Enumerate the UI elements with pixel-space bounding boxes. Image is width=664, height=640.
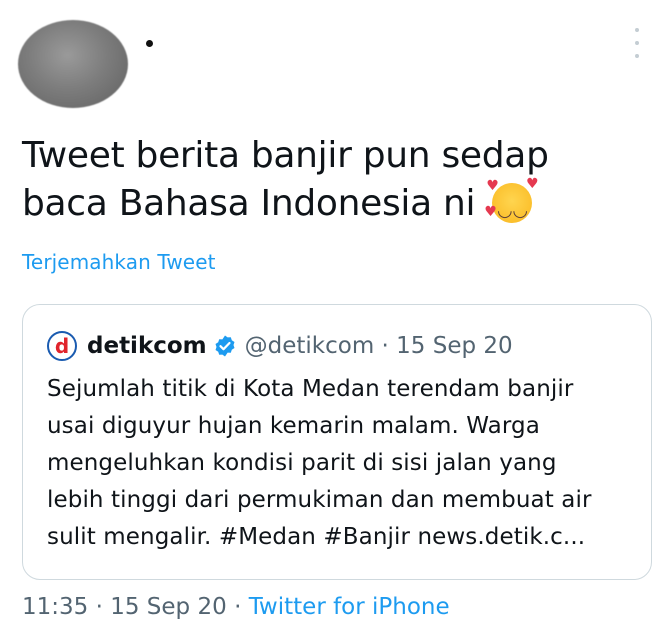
quoted-text-line: usai diguyur hujan kemarin malam. Warga — [47, 413, 540, 439]
author-avatar[interactable] — [18, 20, 128, 108]
author-name-redacted — [146, 40, 153, 47]
smiling-face-with-hearts-icon: ♥ ♥ ♥ ◡◡ — [484, 176, 539, 223]
quoted-text-line: mengeluhkan kondisi parit di sisi jalan … — [47, 450, 557, 476]
tweet-text-line-2-words: baca Bahasa Indonesia ni — [22, 183, 476, 224]
tweet-date[interactable]: 15 Sep 20 — [110, 594, 227, 620]
quoted-text-line: lebih tinggi dari permukiman dan membuat… — [47, 487, 592, 513]
meta-separator: · — [234, 594, 242, 620]
quoted-author-name[interactable]: detikcom — [87, 333, 207, 359]
tweet-text-line-2: baca Bahasa Indonesia ni ♥ ♥ ♥ ◡◡ — [22, 176, 632, 228]
tweet-text: Tweet berita banjir pun sedap baca Bahas… — [22, 132, 632, 228]
quoted-tweet-text: Sejumlah titik di Kota Medan terendam ba… — [47, 371, 637, 556]
more-options-icon[interactable] — [632, 28, 642, 58]
tweet-source-link[interactable]: Twitter for iPhone — [249, 594, 450, 620]
quoted-tweet-card[interactable]: d detikcom @detikcom · 15 Sep 20 Sejumla… — [22, 304, 652, 580]
quoted-text-line: sulit mengalir. #Medan #Banjir news.deti… — [47, 524, 586, 550]
verified-badge-icon — [215, 335, 235, 357]
meta-separator: · — [95, 594, 103, 620]
tweet-metadata: 11:35 · 15 Sep 20 · Twitter for iPhone — [22, 594, 450, 620]
translate-tweet-link[interactable]: Terjemahkan Tweet — [22, 250, 216, 274]
quoted-handle-and-date: @detikcom · 15 Sep 20 — [244, 333, 513, 359]
detikcom-logo-icon: d — [47, 331, 77, 361]
tweet-time[interactable]: 11:35 — [22, 594, 88, 620]
tweet-text-line-1: Tweet berita banjir pun sedap — [22, 135, 549, 176]
quoted-tweet-header: d detikcom @detikcom · 15 Sep 20 — [47, 329, 513, 363]
quoted-text-line: Sejumlah titik di Kota Medan terendam ba… — [47, 376, 574, 402]
